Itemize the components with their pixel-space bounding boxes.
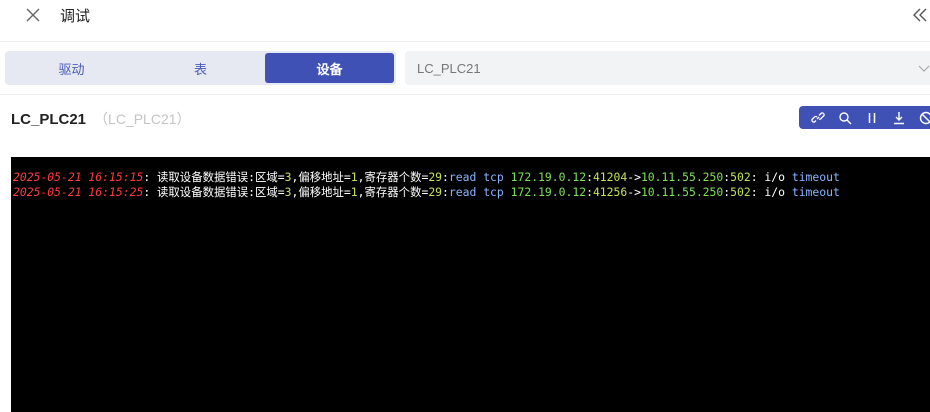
log-text: ,偏移地址= [291,170,351,184]
tab-driver[interactable]: 驱动 [7,53,136,83]
log-text: : [586,184,593,199]
log-text: : i/o [750,184,785,199]
device-alias: （LC_PLC21） [94,111,191,127]
log-error: timeout [791,170,840,184]
search-icon [839,111,852,124]
log-offset: 1 [350,184,358,199]
log-console[interactable]: 2025-05-21 16:15:15: 读取设备数据错误:区域=3,偏移地址=… [11,157,930,412]
device-title: LC_PLC21 （LC_PLC21） [11,109,191,129]
log-text: : [586,170,593,184]
log-text: ,偏移地址= [291,184,351,199]
log-dst-ip: 10.11.55.250 [640,184,724,199]
log-dst-port: 502 [730,184,751,199]
log-error: timeout [791,184,840,199]
clear-button[interactable] [912,106,930,129]
log-op: read [448,184,477,199]
log-line: 2025-05-21 16:15:25: 读取设备数据错误:区域=3,偏移地址=… [13,185,930,200]
log-proto: tcp [483,170,504,184]
chevron-down-icon [918,65,930,72]
link-icon [811,111,826,123]
search-button[interactable] [832,106,859,129]
log-text: -> [627,170,641,184]
link-button[interactable] [805,106,832,129]
log-text: : [442,170,449,184]
log-src-port: 41204 [592,170,628,184]
divider [0,94,930,95]
clear-icon [919,111,930,124]
log-toolbar [799,106,930,129]
header: 调试 [0,0,930,42]
log-offset: 1 [350,170,358,184]
log-timestamp: 2025-05-21 16:15:15 [13,170,144,184]
log-src-port: 41256 [592,184,628,199]
log-proto: tcp [483,184,504,199]
log-text: : [442,184,449,199]
log-text: : i/o [750,170,785,184]
device-select[interactable]: LC_PLC21 [405,51,930,85]
log-src-ip: 172.19.0.12 [510,184,587,199]
download-icon [893,111,904,124]
log-area: 3 [284,170,292,184]
log-text: ,寄存器个数= [357,184,429,199]
log-op: read [448,170,477,184]
panel-title: 调试 [60,7,91,25]
download-button[interactable] [885,106,912,129]
log-timestamp: 2025-05-21 16:15:25 [13,184,144,199]
device-name: LC_PLC21 [11,111,87,128]
log-dst-port: 502 [730,170,751,184]
log-count: 29 [428,184,443,199]
double-chevron-left-icon[interactable] [910,6,930,24]
log-count: 29 [428,170,443,184]
log-src-ip: 172.19.0.12 [510,170,587,184]
log-line: 2025-05-21 16:15:15: 读取设备数据错误:区域=3,偏移地址=… [13,170,930,185]
pause-icon [868,112,876,123]
log-dst-ip: 10.11.55.250 [640,170,724,184]
log-text: : 读取设备数据错误:区域= [143,184,285,199]
log-text: : 读取设备数据错误:区域= [143,170,285,184]
device-select-value: LC_PLC21 [417,60,481,76]
tab-table[interactable]: 表 [136,53,265,83]
tab-bar: 驱动 表 设备 [5,51,396,85]
log-text: ,寄存器个数= [357,170,429,184]
log-area: 3 [284,184,292,199]
close-icon[interactable] [24,6,42,24]
pause-button[interactable] [859,106,886,129]
log-text: -> [627,184,641,199]
tab-device[interactable]: 设备 [265,53,394,83]
